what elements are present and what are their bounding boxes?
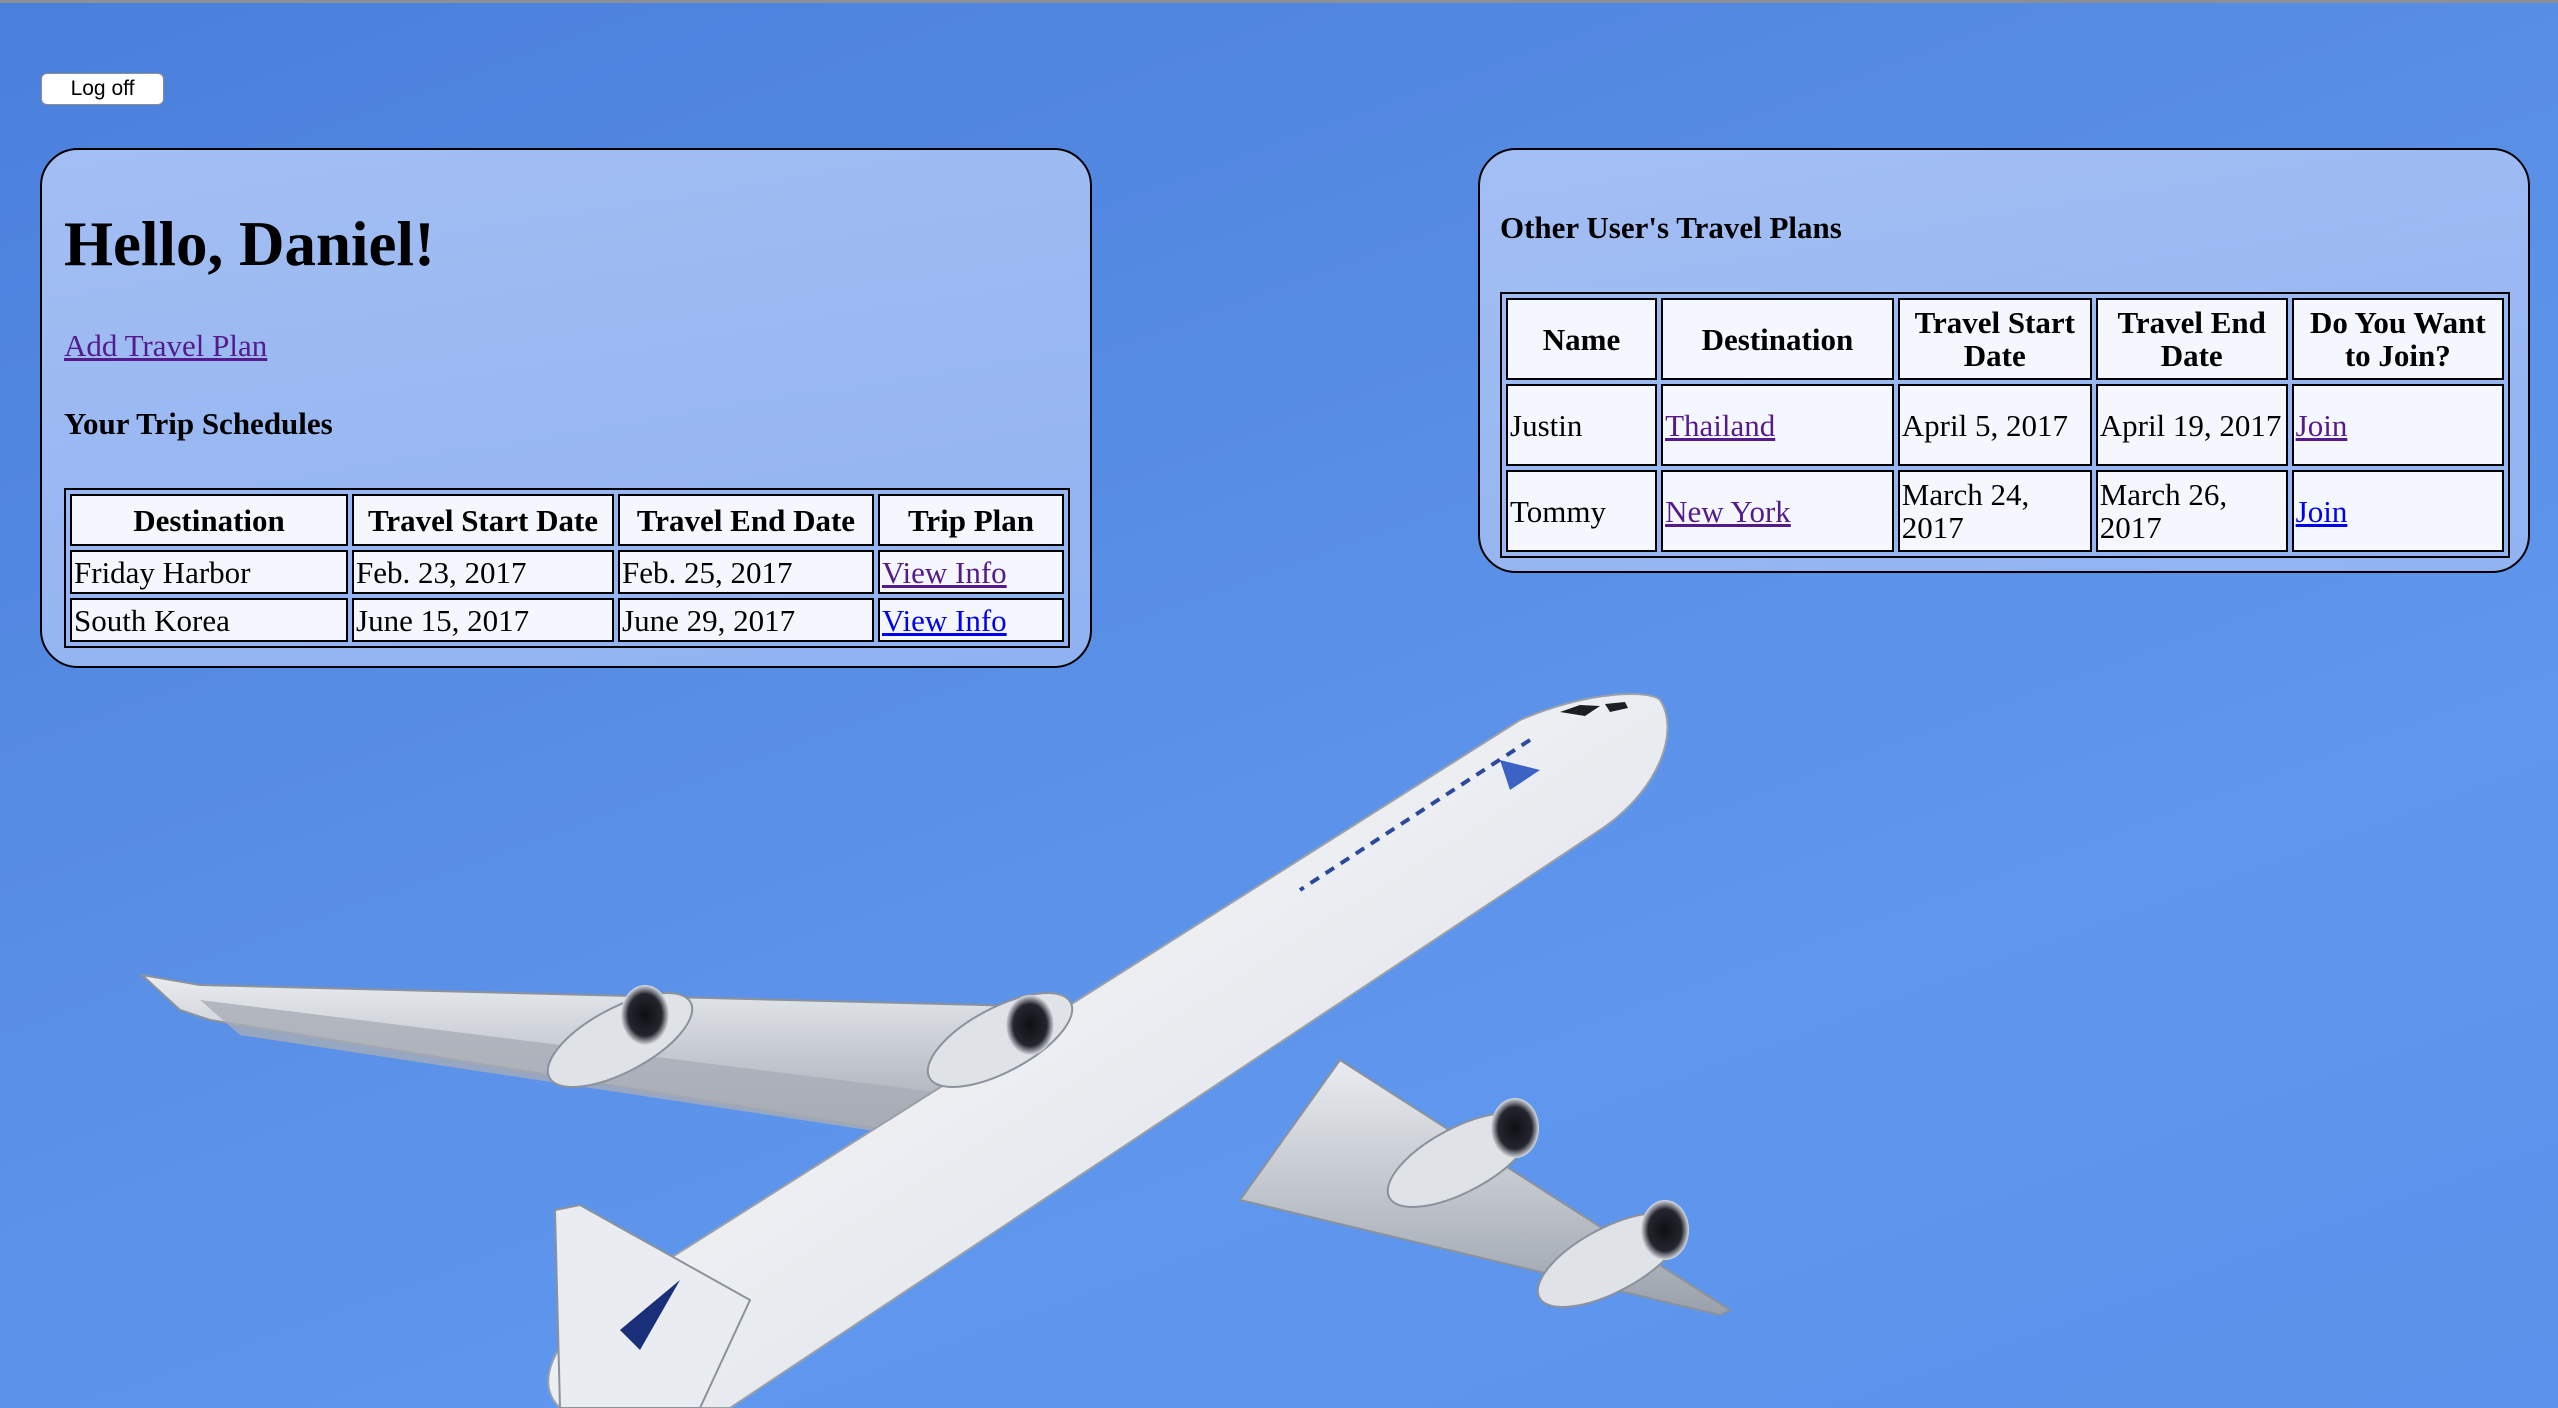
my-trips-panel: Hello, Daniel! Add Travel Plan Your Trip…	[40, 148, 1092, 668]
join-link[interactable]: Join	[2296, 494, 2348, 529]
column-header: Travel End Date	[2095, 298, 2288, 380]
destination-cell: Friday Harbor	[70, 550, 348, 594]
name-cell: Justin	[1506, 384, 1658, 466]
column-header: Travel Start Date	[352, 494, 614, 546]
destination-cell: New York	[1661, 470, 1894, 552]
view-info-link[interactable]: View Info	[882, 555, 1007, 590]
table-header-row: Name Destination Travel Start Date Trave…	[1506, 298, 2504, 380]
start-date-cell: March 24, 2017	[1897, 470, 2092, 552]
my-trips-table: Destination Travel Start Date Travel End…	[64, 488, 1070, 648]
destination-cell: Thailand	[1661, 384, 1894, 466]
add-travel-plan-link[interactable]: Add Travel Plan	[64, 328, 267, 364]
end-date-cell: April 19, 2017	[2095, 384, 2288, 466]
name-cell: Tommy	[1506, 470, 1658, 552]
column-header: Travel Start Date	[1897, 298, 2092, 380]
table-row: South Korea June 15, 2017 June 29, 2017 …	[70, 598, 1064, 642]
other-users-table: Name Destination Travel Start Date Trave…	[1500, 292, 2510, 558]
destination-link[interactable]: Thailand	[1665, 408, 1775, 443]
end-date-cell: Feb. 25, 2017	[618, 550, 874, 594]
log-off-button[interactable]: Log off	[41, 73, 164, 105]
column-header: Name	[1506, 298, 1658, 380]
trip-schedules-title: Your Trip Schedules	[64, 406, 333, 441]
other-users-panel: Other User's Travel Plans Name Destinati…	[1478, 148, 2530, 573]
view-info-link[interactable]: View Info	[882, 603, 1007, 638]
end-date-cell: June 29, 2017	[618, 598, 874, 642]
destination-cell: South Korea	[70, 598, 348, 642]
table-row: Tommy New York March 24, 2017 March 26, …	[1506, 470, 2504, 552]
trip-plan-cell: View Info	[878, 550, 1064, 594]
table-row: Justin Thailand April 5, 2017 April 19, …	[1506, 384, 2504, 466]
greeting-heading: Hello, Daniel!	[64, 209, 435, 279]
join-link[interactable]: Join	[2296, 408, 2348, 443]
trip-plan-cell: View Info	[878, 598, 1064, 642]
join-cell: Join	[2291, 384, 2504, 466]
column-header: Destination	[1661, 298, 1894, 380]
end-date-cell: March 26, 2017	[2095, 470, 2288, 552]
column-header: Destination	[70, 494, 348, 546]
join-cell: Join	[2291, 470, 2504, 552]
column-header: Travel End Date	[618, 494, 874, 546]
table-row: Friday Harbor Feb. 23, 2017 Feb. 25, 201…	[70, 550, 1064, 594]
other-travel-plans-title: Other User's Travel Plans	[1500, 210, 1842, 245]
start-date-cell: April 5, 2017	[1897, 384, 2092, 466]
table-header-row: Destination Travel Start Date Travel End…	[70, 494, 1064, 546]
start-date-cell: Feb. 23, 2017	[352, 550, 614, 594]
column-header: Trip Plan	[878, 494, 1064, 546]
column-header: Do You Want to Join?	[2291, 298, 2504, 380]
destination-link[interactable]: New York	[1665, 494, 1791, 529]
start-date-cell: June 15, 2017	[352, 598, 614, 642]
